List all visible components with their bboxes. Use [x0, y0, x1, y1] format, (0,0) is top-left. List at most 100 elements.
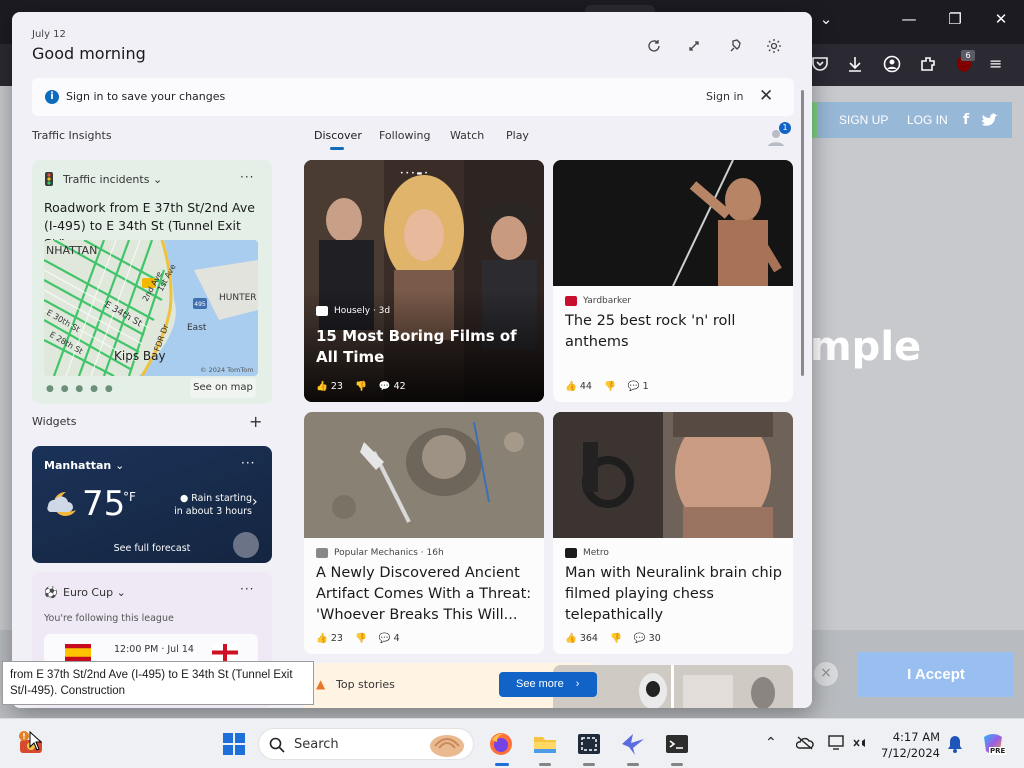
facebook-icon[interactable]: f [957, 112, 975, 130]
feed-scrollbar[interactable] [801, 90, 804, 376]
dislike-icon[interactable]: 👎 [355, 381, 367, 392]
onedrive-cloud-icon[interactable] [796, 735, 814, 751]
tab-watch[interactable]: Watch [450, 129, 484, 142]
news-reactions-2: 👍 44 👎 💬 1 [565, 381, 649, 392]
news-headline-4[interactable]: Man with Neuralink brain chip filmed pla… [565, 563, 785, 626]
terminal-running-indicator [671, 763, 683, 766]
euro-cup-dropdown[interactable]: Euro Cup ⌄ [63, 586, 126, 599]
navbar-accent [812, 102, 818, 138]
news-card-4[interactable]: Metro Man with Neuralink brain chip film… [553, 412, 793, 654]
popular-mechanics-logo-icon [316, 548, 328, 558]
search-placeholder: Search [294, 737, 339, 752]
housely-logo-icon [316, 306, 328, 316]
comment-button[interactable]: 💬 1 [628, 381, 649, 392]
add-widget-icon[interactable]: + [249, 412, 262, 431]
like-button[interactable]: 👍 23 [316, 381, 343, 392]
taskbar-search-box[interactable]: Search [258, 728, 474, 760]
traffic-map[interactable]: 495 NHATTAN E 34th St 2nd Ave 1st Ave E … [44, 240, 258, 376]
comment-button[interactable]: 💬 42 [379, 381, 406, 392]
top-stories-label: Top stories [336, 678, 395, 691]
weather-more-icon[interactable]: ··· [241, 456, 255, 470]
profile-avatar[interactable]: 1 [766, 122, 791, 148]
snip-running-indicator [583, 763, 595, 766]
pocket-icon[interactable] [810, 54, 830, 74]
news-source-3: Popular Mechanics · 16h [316, 548, 444, 558]
thumbs-up-icon: 👍 [316, 381, 328, 392]
login-link[interactable]: LOG IN [907, 113, 948, 127]
restore-icon[interactable]: ❐ [943, 10, 967, 28]
traffic-card[interactable]: Traffic incidents ⌄ ··· Roadwork from E … [32, 160, 272, 404]
start-windows-icon[interactable] [220, 730, 248, 758]
fire-icon: ▲ [316, 677, 326, 691]
news-headline-3[interactable]: A Newly Discovered Ancient Artifact Come… [316, 563, 536, 626]
traffic-more-icon[interactable]: ··· [240, 170, 254, 184]
weather-map-bubble[interactable] [233, 532, 259, 558]
settings-gear-icon[interactable] [764, 36, 784, 56]
dislike-icon[interactable]: 👎 [610, 633, 622, 644]
terminal-icon[interactable] [663, 730, 691, 758]
list-all-tabs-icon[interactable]: ⌄ [814, 10, 838, 28]
accept-cookies-button[interactable]: I Accept [858, 652, 1014, 697]
system-clock[interactable]: 4:17 AM 7/12/2024 [872, 729, 940, 761]
euro-subtitle: You're following this league [44, 613, 174, 624]
news-source-2: Yardbarker [565, 296, 631, 306]
copilot-icon[interactable]: PRE [980, 731, 1007, 757]
news-card-3[interactable]: Popular Mechanics · 16h A Newly Discover… [304, 412, 544, 654]
thumbs-up-icon: 👍 [565, 633, 577, 644]
comment-count: 42 [393, 381, 406, 392]
comment-icon: 💬 [378, 633, 391, 644]
downloads-icon[interactable] [845, 54, 865, 74]
see-on-map-button[interactable]: See on map [190, 378, 256, 398]
news-card-2[interactable]: Yardbarker The 25 best rock 'n' roll ant… [553, 160, 793, 402]
like-button[interactable]: 👍 23 [316, 633, 343, 644]
see-full-forecast-link[interactable]: See full forecast [102, 543, 202, 554]
raindrop-icon: ● [179, 493, 192, 504]
dislike-icon[interactable]: 👎 [604, 381, 616, 392]
firefox-icon[interactable] [487, 730, 515, 758]
minimize-icon[interactable]: — [897, 10, 921, 28]
close-banner-icon[interactable]: ✕ [759, 86, 773, 106]
display-icon[interactable] [828, 735, 846, 751]
see-more-button[interactable]: See more › [499, 672, 597, 697]
extensions-icon[interactable] [918, 54, 938, 74]
news-card-1[interactable]: •••▬• Housely · 3d 15 Most Boring Films … [304, 160, 544, 402]
news-source-text-4: Metro [583, 548, 609, 558]
menu-icon[interactable]: ≡ [989, 54, 1002, 73]
weather-location-dropdown[interactable]: Manhattan ⌄ [44, 459, 124, 472]
network-volume-icon[interactable] [852, 735, 870, 751]
signin-link[interactable]: Sign in [706, 90, 744, 103]
traffic-incidents-dropdown[interactable]: Traffic incidents ⌄ [63, 173, 162, 186]
expand-icon[interactable] [684, 36, 704, 56]
carousel-dots[interactable]: •••▬• [400, 170, 430, 177]
news-headline-2[interactable]: The 25 best rock 'n' roll anthems [565, 311, 785, 353]
tab-play[interactable]: Play [506, 129, 529, 142]
traffic-pager[interactable]: ● ● ● ● ● [46, 384, 115, 394]
tab-discover[interactable]: Discover [314, 129, 362, 142]
signup-link[interactable]: SIGN UP [839, 113, 888, 127]
close-window-icon[interactable]: ✕ [989, 10, 1013, 28]
account-icon[interactable] [882, 54, 902, 74]
comment-button[interactable]: 💬 30 [634, 633, 661, 644]
cookie-close-button[interactable]: × [814, 662, 838, 686]
news-image-4 [553, 412, 793, 538]
weather-next-icon[interactable]: › [252, 494, 258, 510]
copilot-bird-app-icon[interactable] [619, 730, 647, 758]
like-button[interactable]: 👍 44 [565, 381, 592, 392]
show-hidden-icons-chevron-icon[interactable]: ⌃ [765, 735, 777, 751]
news-headline-1[interactable]: 15 Most Boring Films of All Time [316, 326, 536, 368]
dislike-icon[interactable]: 👎 [355, 633, 367, 644]
pin-icon[interactable] [726, 36, 746, 56]
news-source-text-2: Yardbarker [583, 296, 632, 306]
search-icon [269, 737, 285, 753]
twitter-icon[interactable] [982, 112, 1000, 130]
euro-more-icon[interactable]: ··· [240, 582, 254, 596]
tab-following[interactable]: Following [379, 129, 431, 142]
weather-card[interactable]: Manhattan ⌄ ··· 75 °F ● Rain starting in… [32, 446, 272, 563]
file-explorer-icon[interactable] [531, 730, 559, 758]
comment-button[interactable]: 💬 4 [379, 633, 400, 644]
snipping-tool-icon[interactable] [575, 730, 603, 758]
clock-date: 7/12/2024 [881, 746, 940, 760]
refresh-icon[interactable] [644, 36, 664, 56]
notification-bell-icon[interactable] [947, 735, 963, 753]
like-button[interactable]: 👍 364 [565, 633, 598, 644]
